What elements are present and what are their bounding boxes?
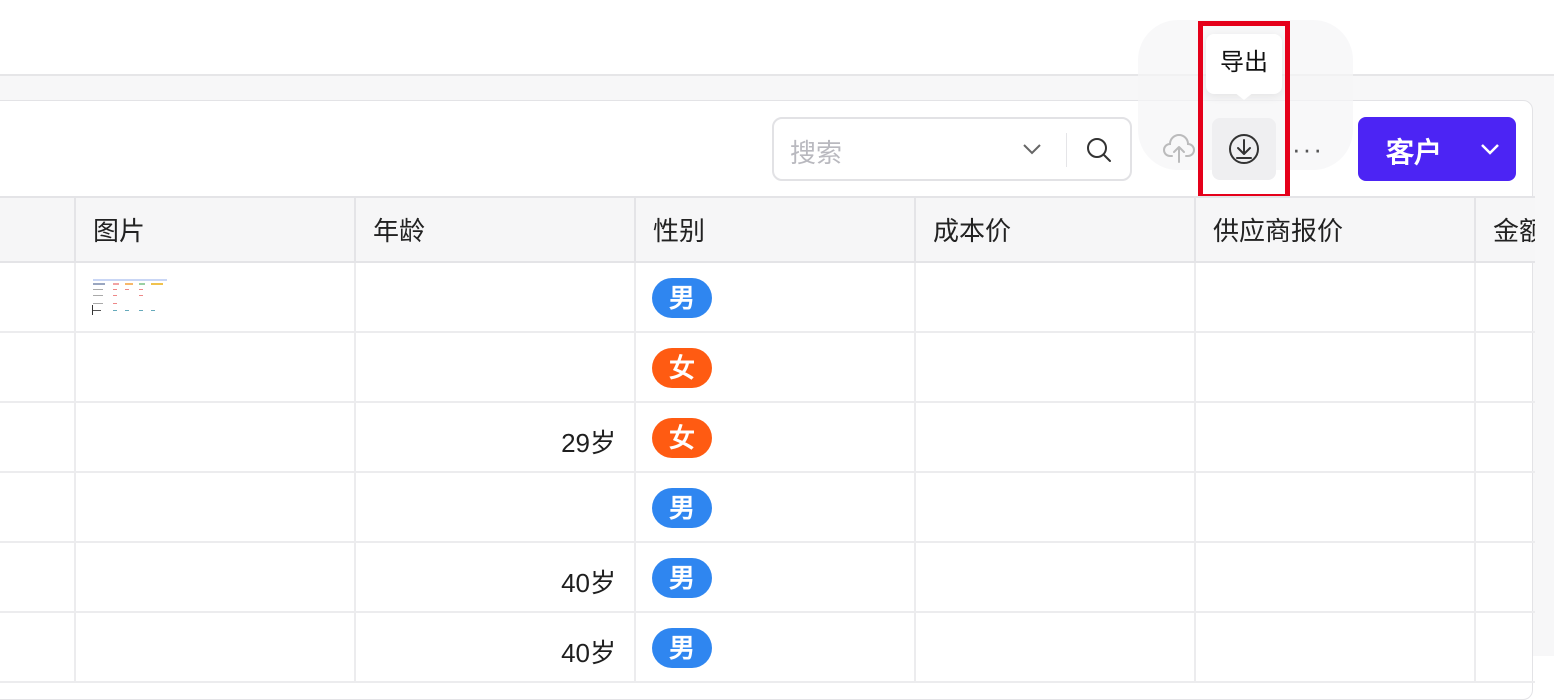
age-value: 40岁 (561, 638, 616, 668)
table-row[interactable]: 男 (0, 473, 1535, 543)
cost-price-cell[interactable] (916, 473, 1196, 543)
image-thumbnail[interactable] (91, 277, 169, 317)
column-header-age[interactable]: 年龄 (356, 198, 636, 265)
cost-price-cell[interactable] (916, 543, 1196, 613)
age-cell[interactable] (356, 333, 636, 403)
amount-cell[interactable] (1476, 403, 1535, 473)
image-cell[interactable] (76, 263, 356, 333)
customer-button[interactable]: 客户 (1358, 117, 1516, 181)
column-header-blank (0, 198, 76, 265)
cost-price-cell[interactable] (916, 613, 1196, 683)
row-cell-blank (0, 263, 76, 333)
image-cell[interactable] (76, 473, 356, 543)
supplier-quote-cell[interactable] (1196, 473, 1476, 543)
gender-badge: 女 (652, 348, 712, 388)
column-header-supplier-quote[interactable]: 供应商报价 (1196, 198, 1476, 265)
highlight-annotation (1198, 21, 1290, 199)
row-cell-blank (0, 613, 76, 683)
row-cell-blank (0, 333, 76, 403)
customer-button-label: 客户 (1386, 137, 1443, 168)
row-cell-blank (0, 473, 76, 543)
age-value: 29岁 (561, 428, 616, 458)
search-placeholder: 搜索 (790, 138, 843, 168)
table-row[interactable]: 男 (0, 263, 1535, 333)
age-cell[interactable]: 29岁 (356, 403, 636, 473)
gender-badge: 男 (652, 278, 712, 318)
image-cell[interactable] (76, 403, 356, 473)
cost-price-cell[interactable] (916, 263, 1196, 333)
age-cell[interactable]: 40岁 (356, 613, 636, 683)
amount-cell[interactable] (1476, 263, 1535, 333)
cost-price-cell[interactable] (916, 333, 1196, 403)
amount-cell[interactable] (1476, 473, 1535, 543)
gender-cell[interactable]: 男 (636, 263, 916, 333)
chevron-down-icon[interactable] (1478, 137, 1502, 161)
supplier-quote-cell[interactable] (1196, 543, 1476, 613)
column-header-gender[interactable]: 性别 (636, 198, 916, 265)
gender-badge: 女 (652, 418, 712, 458)
image-cell[interactable] (76, 613, 356, 683)
column-header-image[interactable]: 图片 (76, 198, 356, 265)
table-row[interactable]: 女 (0, 333, 1535, 403)
chevron-down-icon[interactable] (1020, 137, 1044, 161)
age-cell[interactable]: 40岁 (356, 543, 636, 613)
gender-badge: 男 (652, 558, 712, 598)
table-header: 图片 年龄 性别 成本价 供应商报价 金额 (0, 196, 1535, 265)
row-cell-blank (0, 543, 76, 613)
image-cell[interactable] (76, 543, 356, 613)
gender-cell[interactable]: 男 (636, 613, 916, 683)
age-cell[interactable] (356, 263, 636, 333)
gender-cell[interactable]: 女 (636, 403, 916, 473)
supplier-quote-cell[interactable] (1196, 333, 1476, 403)
cost-price-cell[interactable] (916, 403, 1196, 473)
table-row[interactable]: 40岁 男 (0, 543, 1535, 613)
amount-cell[interactable] (1476, 333, 1535, 403)
gender-cell[interactable]: 男 (636, 543, 916, 613)
gender-badge: 男 (652, 628, 712, 668)
amount-cell[interactable] (1476, 543, 1535, 613)
amount-cell[interactable] (1476, 613, 1535, 683)
table-row[interactable]: 40岁 男 (0, 613, 1535, 683)
supplier-quote-cell[interactable] (1196, 613, 1476, 683)
search-input[interactable]: 搜索 (772, 117, 1132, 181)
row-cell-blank (0, 403, 76, 473)
supplier-quote-cell[interactable] (1196, 403, 1476, 473)
search-divider (1066, 133, 1067, 167)
gender-cell[interactable]: 女 (636, 333, 916, 403)
column-header-cost-price[interactable]: 成本价 (916, 198, 1196, 265)
age-cell[interactable] (356, 473, 636, 543)
gender-badge: 男 (652, 488, 712, 528)
image-cell[interactable] (76, 333, 356, 403)
search-icon[interactable] (1084, 135, 1114, 165)
more-icon[interactable]: ··· (1292, 135, 1328, 163)
supplier-quote-cell[interactable] (1196, 263, 1476, 333)
column-header-amount[interactable]: 金额 (1476, 198, 1535, 265)
gender-cell[interactable]: 男 (636, 473, 916, 543)
age-value: 40岁 (561, 568, 616, 598)
table-row[interactable]: 29岁 女 (0, 403, 1535, 473)
